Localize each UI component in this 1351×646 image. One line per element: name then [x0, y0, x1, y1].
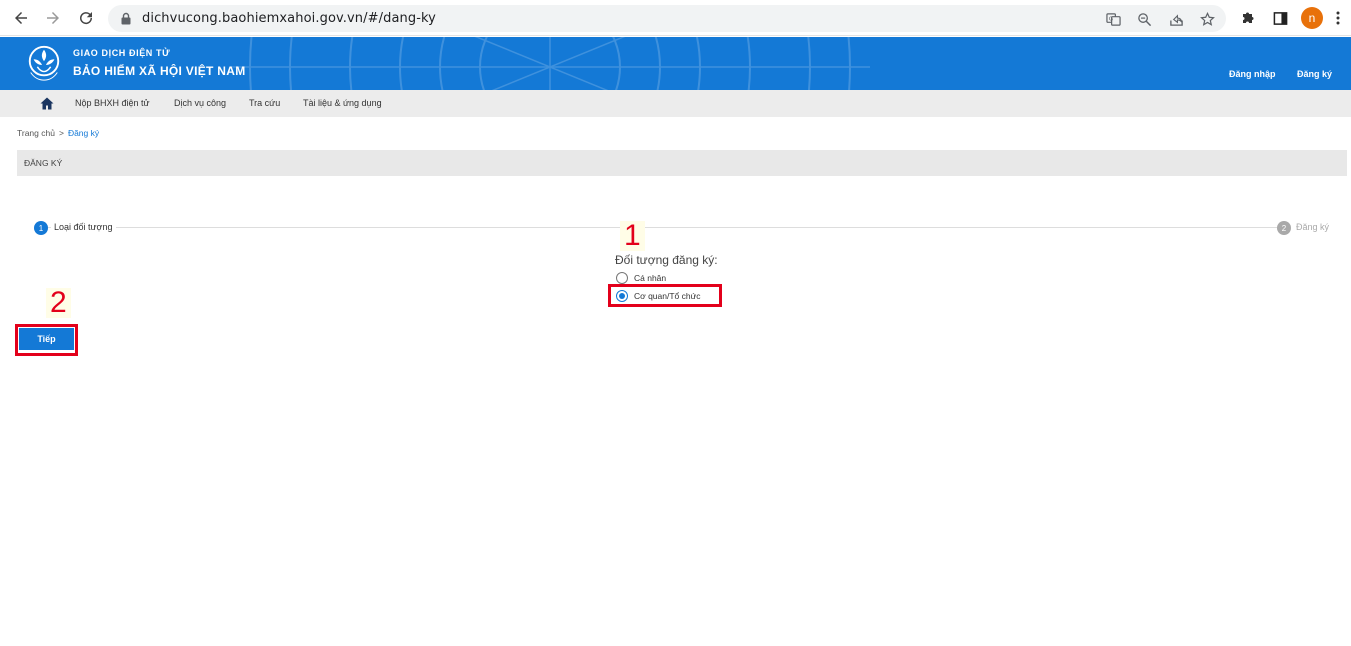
drum-pattern-decoration: [230, 37, 870, 90]
subject-type-label: Đối tượng đăng ký:: [615, 253, 718, 267]
radio-button[interactable]: [616, 272, 628, 284]
brand-subtitle: GIAO DỊCH ĐIỆN TỬ: [73, 48, 171, 58]
annotation-box-1: [608, 284, 722, 307]
annotation-box-2: [15, 324, 78, 356]
bhxh-logo: [28, 45, 60, 81]
menu-item-dich-vu-cong[interactable]: Dịch vụ công: [174, 98, 226, 108]
home-icon[interactable]: [40, 97, 54, 110]
browser-toolbar: dichvucong.baohiemxahoi.gov.vn/#/dang-ky…: [0, 0, 1351, 36]
step-1-circle: 1: [34, 221, 48, 235]
share-icon[interactable]: [1167, 10, 1185, 28]
menu-dots-icon[interactable]: [1333, 9, 1343, 27]
zoom-icon[interactable]: [1135, 10, 1153, 28]
address-bar[interactable]: dichvucong.baohiemxahoi.gov.vn/#/dang-ky…: [108, 5, 1226, 32]
register-link[interactable]: Đăng ký: [1297, 69, 1332, 79]
page-title: ĐĂNG KÝ: [24, 158, 63, 168]
lock-icon: [121, 12, 131, 25]
breadcrumb-current: Đăng ký: [67, 128, 100, 138]
step-2-label: Đăng ký: [1293, 222, 1334, 232]
annotation-number-1: 1: [620, 221, 645, 251]
back-arrow-icon[interactable]: [10, 7, 32, 29]
forward-arrow-icon[interactable]: [42, 7, 64, 29]
profile-avatar[interactable]: n: [1301, 7, 1323, 29]
radio-option-ca-nhan[interactable]: Cá nhân: [616, 271, 666, 285]
svg-text:G: G: [1108, 16, 1112, 22]
main-menu: Nộp BHXH điện tử Dịch vụ công Tra cứu Tà…: [0, 90, 1351, 117]
login-link[interactable]: Đăng nhập: [1229, 69, 1276, 79]
breadcrumb-home[interactable]: Trang chủ: [17, 128, 55, 138]
radio-label: Cá nhân: [634, 273, 667, 283]
translate-icon[interactable]: G: [1104, 10, 1122, 28]
step-2-circle: 2: [1277, 221, 1291, 235]
brand-title: BẢO HIỂM XÃ HỘI VIỆT NAM: [73, 64, 246, 78]
section-header: ĐĂNG KÝ: [17, 150, 1347, 176]
side-panel-icon[interactable]: [1271, 9, 1289, 27]
reload-icon[interactable]: [75, 7, 97, 29]
menu-item-tra-cuu[interactable]: Tra cứu: [249, 98, 280, 108]
annotation-number-2: 2: [46, 288, 71, 318]
url-text: dichvucong.baohiemxahoi.gov.vn/#/dang-ky: [142, 11, 436, 26]
menu-item-tai-lieu[interactable]: Tài liệu & ứng dụng: [303, 98, 382, 108]
step-1-label: Loại đối tượng: [51, 222, 117, 232]
menu-item-nop-bhxh[interactable]: Nộp BHXH điện tử: [75, 98, 150, 108]
stepper-line: [42, 227, 1282, 228]
breadcrumb-separator: >: [58, 128, 64, 138]
bookmark-star-icon[interactable]: [1198, 10, 1216, 28]
site-header: GIAO DỊCH ĐIỆN TỬ BẢO HIỂM XÃ HỘI VIỆT N…: [0, 37, 1351, 90]
breadcrumb: Trang chủ > Đăng ký: [17, 128, 99, 138]
extensions-icon[interactable]: [1239, 9, 1257, 27]
